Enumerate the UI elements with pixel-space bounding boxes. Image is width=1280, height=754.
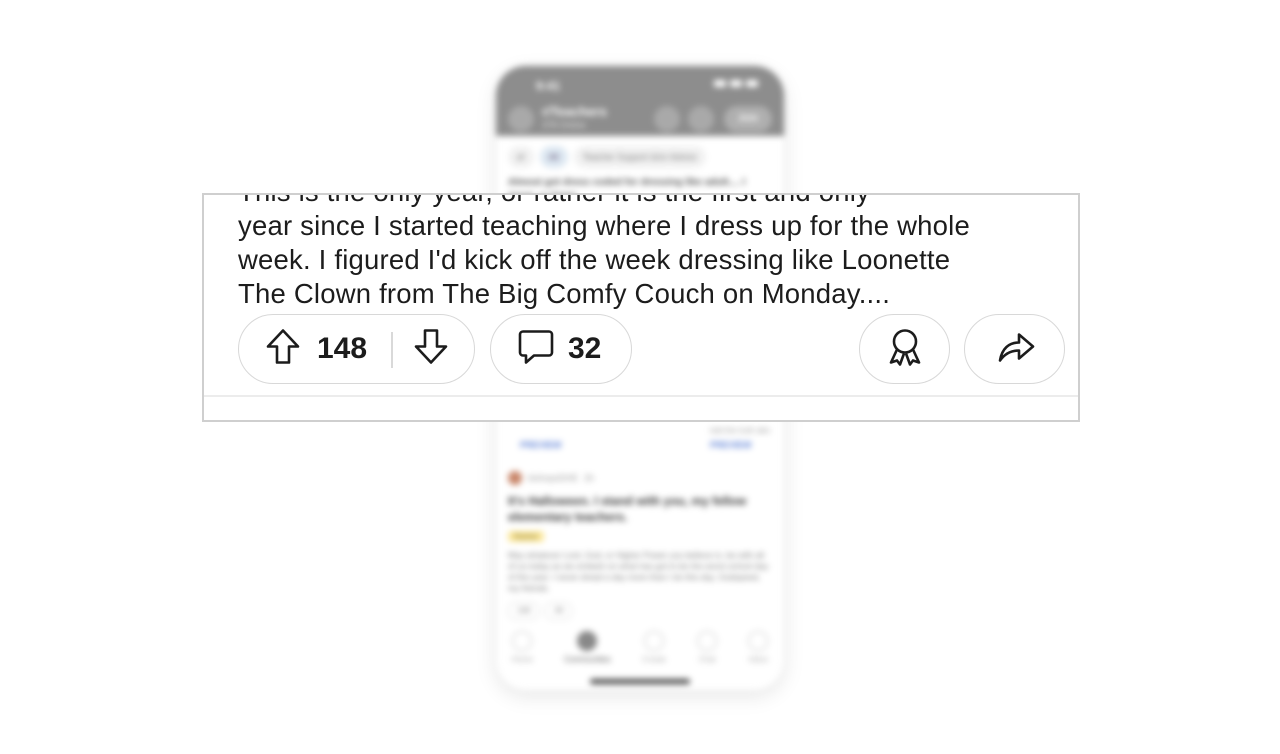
subreddit-name: r/Teachers xyxy=(542,104,607,119)
award-icon xyxy=(886,327,924,372)
back-button[interactable] xyxy=(508,106,534,132)
communities-icon xyxy=(577,631,598,651)
share-icon[interactable] xyxy=(688,106,714,132)
tab-chat[interactable]: Chat xyxy=(697,631,718,664)
tab-inbox[interactable]: Inbox xyxy=(748,631,769,664)
post-meta: bishopsDHE 2h xyxy=(508,471,772,485)
avatar xyxy=(508,471,522,485)
feed-post[interactable]: bishopsDHE 2h It's Halloween. I stand wi… xyxy=(508,471,772,620)
preview-label[interactable]: PREVIEW xyxy=(520,440,562,450)
preview-row: PREVIEW PREVIEW told the truth abo xyxy=(496,426,784,458)
zoomed-post-callout: This is the only year, or rather it is t… xyxy=(202,193,1080,422)
arrow-down-icon[interactable] xyxy=(413,328,449,371)
arrow-up-icon[interactable] xyxy=(265,328,301,371)
home-icon xyxy=(512,631,533,651)
join-button[interactable]: Join xyxy=(724,106,772,132)
post-flair: Humor xyxy=(508,531,545,542)
post-body-line: The Clown from The Big Comfy Couch on Mo… xyxy=(238,278,891,309)
share-icon xyxy=(996,329,1036,370)
post-title[interactable]: It's Halloween. I stand with you, my fel… xyxy=(508,493,772,525)
plus-icon xyxy=(644,631,664,651)
comment-button[interactable]: 32 xyxy=(490,314,632,384)
post-age: 2h xyxy=(584,473,595,483)
award-button[interactable] xyxy=(859,314,950,384)
post-body-line: week. I figured I'd kick off the week dr… xyxy=(238,244,951,275)
online-count: 378 Online xyxy=(542,120,586,130)
comment-pill[interactable]: 49 xyxy=(545,602,573,620)
filter-chips: ⇄ All Teacher Support &/or Advice xyxy=(496,136,784,172)
comment-count: 32 xyxy=(568,332,602,365)
bottom-tab-bar: Home Communities Create Chat Inbox xyxy=(496,631,784,664)
share-button[interactable] xyxy=(964,314,1065,384)
tab-home[interactable]: Home xyxy=(512,631,533,664)
vote-divider xyxy=(391,332,393,368)
upvote-count: 148 xyxy=(317,332,368,365)
status-icons xyxy=(714,80,758,87)
filter-chip-all[interactable]: All xyxy=(539,146,568,168)
vote-pill[interactable]: 168 xyxy=(508,602,540,620)
tab-communities[interactable]: Communities xyxy=(564,631,611,664)
status-time: 9:41 xyxy=(536,79,561,93)
post-body-line: This is the only year, or rather it is t… xyxy=(238,195,1058,209)
post-body: May whatever Lord, God, or Higher Power … xyxy=(508,550,769,593)
post-body-line: year since I started teaching where I dr… xyxy=(238,210,970,241)
sort-chip[interactable]: ⇄ xyxy=(508,146,534,168)
divider xyxy=(204,395,1078,397)
comment-bubble-icon xyxy=(517,328,555,371)
search-icon[interactable] xyxy=(654,106,680,132)
subreddit-header: 9:41 r/Teachers 378 Online Join xyxy=(496,66,784,136)
chat-icon xyxy=(697,631,718,651)
preview-label[interactable]: PREVIEW xyxy=(710,440,752,450)
post-body-text: This is the only year, or rather it is t… xyxy=(238,195,1058,311)
vote-pill: 148 xyxy=(238,314,475,384)
post-actions: 168 49 xyxy=(508,602,772,620)
tab-create[interactable]: Create xyxy=(642,631,666,664)
post-author[interactable]: bishopsDHE xyxy=(528,473,578,483)
bell-icon xyxy=(748,631,769,651)
filter-chip-support[interactable]: Teacher Support &/or Advice xyxy=(573,146,706,168)
home-indicator xyxy=(590,679,690,684)
preview-snippet: told the truth abo xyxy=(710,426,771,435)
